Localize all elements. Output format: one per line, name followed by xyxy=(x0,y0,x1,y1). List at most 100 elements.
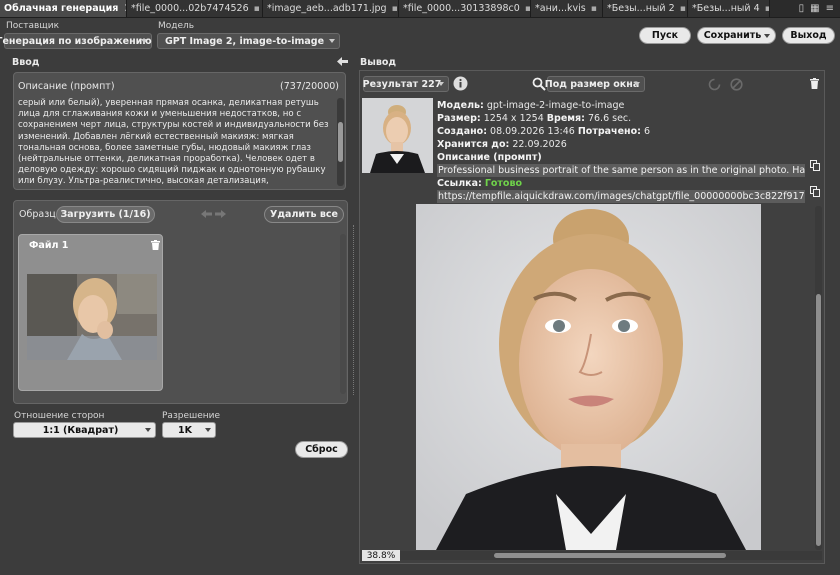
arrow-left-icon[interactable] xyxy=(200,209,212,219)
model-value: GPT Image 2, image-to-image xyxy=(164,35,325,47)
description-counter: (737/20000) xyxy=(280,81,339,92)
reset-button[interactable]: Сброс xyxy=(295,441,348,458)
aspect-label: Отношение сторон xyxy=(14,411,105,421)
input-title: Ввод xyxy=(12,57,40,68)
close-icon[interactable]: ▪ xyxy=(680,4,686,14)
tab-bar: Облачная генерация 1 ▪ *file_0000...02b7… xyxy=(0,0,840,18)
info-created-row: Создано: 08.09.2026 13:46 Потрачено: 6 xyxy=(437,125,820,138)
tab-label: *Безы...ный 4 xyxy=(692,3,760,14)
result-thumbnail[interactable] xyxy=(362,98,433,173)
tab-label: *Безы...ный 2 xyxy=(607,3,675,14)
info-link-key: Ссылка: xyxy=(437,178,482,189)
info-desc-value: Professional business portrait of the sa… xyxy=(437,164,805,177)
output-title: Вывод xyxy=(360,57,397,68)
sample-card[interactable]: Файл 1 xyxy=(18,234,163,391)
chevron-down-icon xyxy=(438,82,444,86)
tab-file-2[interactable]: *file_0000...30133898c0 ▪ xyxy=(399,0,531,17)
scroll-thumb[interactable] xyxy=(338,122,343,162)
info-desc-key: Описание (промпт) xyxy=(437,152,542,163)
description-textarea[interactable]: серый или белый), уверенная прямая осанк… xyxy=(18,98,334,186)
fit-value: Под размер окна xyxy=(544,78,640,90)
info-link-row: Ссылка: Готово xyxy=(437,177,820,190)
chevron-down-icon xyxy=(145,428,151,432)
resolution-value: 1K xyxy=(178,424,192,436)
tab-animation[interactable]: *ани...kvis ▪ xyxy=(531,0,603,17)
info-stored-key: Хранится до: xyxy=(437,139,510,150)
description-scrollbar[interactable] xyxy=(337,98,344,186)
info-model-row: Модель: gpt-image-2-image-to-image xyxy=(437,99,820,112)
aspect-select[interactable]: 1:1 (Квадрат) xyxy=(13,422,156,438)
description-box[interactable]: Описание (промпт) (737/20000) серый или … xyxy=(13,72,346,190)
output-vscroll[interactable] xyxy=(815,206,822,550)
tab-tools: ▯ ▦ ≡ xyxy=(799,0,840,17)
chevron-down-icon xyxy=(764,34,770,38)
portrait-thumb-icon xyxy=(362,98,433,173)
refresh-icon[interactable] xyxy=(707,77,721,91)
samples-scrollbar[interactable] xyxy=(340,234,346,394)
provider-value: Генерация по изображению xyxy=(0,35,152,47)
close-icon[interactable]: ▪ xyxy=(765,4,769,14)
cancel-icon[interactable] xyxy=(729,77,743,91)
resolution-label: Разрешение xyxy=(162,411,221,421)
search-icon[interactable] xyxy=(531,76,546,91)
result-select[interactable]: Результат 227 xyxy=(363,76,449,92)
trash-icon[interactable] xyxy=(809,77,820,90)
info-spent-value: 6 xyxy=(643,126,650,137)
close-icon[interactable]: ▪ xyxy=(392,4,398,14)
info-created-key: Создано: xyxy=(437,126,487,137)
tab-cloud-generation[interactable]: Облачная генерация 1 ▪ xyxy=(0,0,127,17)
close-icon[interactable]: ▪ xyxy=(254,4,260,14)
save-label: Сохранить xyxy=(703,30,762,41)
tab-untitled-4[interactable]: *Безы...ный 4 ▪ xyxy=(688,0,770,17)
copy-icon[interactable] xyxy=(809,159,820,171)
upload-button[interactable]: Загрузить (1/16) xyxy=(56,206,155,223)
arrow-left-icon[interactable] xyxy=(336,56,348,66)
info-model-key: Модель: xyxy=(437,100,484,111)
sample-thumbnail xyxy=(27,274,157,360)
aspect-value: 1:1 (Квадрат) xyxy=(42,424,119,436)
scroll-thumb[interactable] xyxy=(816,294,821,546)
portrait-image-icon xyxy=(416,204,761,550)
sample-photo-icon xyxy=(27,274,157,360)
save-button[interactable]: Сохранить xyxy=(697,27,776,44)
info-size-key: Размер: xyxy=(437,113,481,124)
new-document-icon[interactable]: ▯ xyxy=(799,3,805,14)
result-info: Модель: gpt-image-2-image-to-image Разме… xyxy=(437,99,820,203)
tab-untitled-2[interactable]: *Безы...ный 2 ▪ xyxy=(603,0,688,17)
tab-file-1[interactable]: *file_0000...02b7474526 ▪ xyxy=(127,0,263,17)
chevron-down-icon xyxy=(634,82,640,86)
delete-all-button[interactable]: Удалить все xyxy=(264,206,344,223)
info-model-value: gpt-image-2-image-to-image xyxy=(486,100,625,111)
info-icon[interactable] xyxy=(453,76,468,91)
menu-icon[interactable]: ≡ xyxy=(826,3,834,14)
info-link-value[interactable]: https://tempfile.aiquickdraw.com/images/… xyxy=(437,190,805,203)
tab-label: *file_0000...02b7474526 xyxy=(131,3,249,14)
info-stored-value: 22.09.2026 xyxy=(512,139,567,150)
output-hscroll[interactable] xyxy=(362,551,822,560)
provider-select[interactable]: Генерация по изображению xyxy=(0,33,152,49)
scroll-thumb[interactable] xyxy=(494,553,726,558)
chevron-down-icon xyxy=(329,39,335,43)
grid-icon[interactable]: ▦ xyxy=(810,3,819,14)
run-button[interactable]: Пуск xyxy=(639,27,691,44)
tab-label: Облачная генерация xyxy=(4,3,119,14)
tab-label: *image_aeb...adb171.jpg xyxy=(267,3,387,14)
tab-image[interactable]: *image_aeb...adb171.jpg ▪ xyxy=(263,0,399,17)
copy-icon[interactable] xyxy=(809,185,820,197)
close-icon[interactable]: ▪ xyxy=(591,4,597,14)
trash-icon[interactable] xyxy=(150,239,160,250)
panel-splitter[interactable] xyxy=(353,225,355,395)
chevron-down-icon xyxy=(205,428,211,432)
sample-file-title: Файл 1 xyxy=(29,240,69,251)
result-image xyxy=(416,204,761,550)
chevron-down-icon xyxy=(141,39,147,43)
info-link-status: Готово xyxy=(484,178,522,189)
exit-button[interactable]: Выход xyxy=(782,27,835,44)
info-time-key: Время: xyxy=(546,113,585,124)
fit-select[interactable]: Под размер окна xyxy=(544,76,645,92)
model-select[interactable]: GPT Image 2, image-to-image xyxy=(157,33,340,49)
samples-box: Образцы Загрузить (1/16) Удалить все Фай… xyxy=(13,200,348,404)
resolution-select[interactable]: 1K xyxy=(162,422,216,438)
zoom-readout: 38.8% xyxy=(362,550,400,561)
arrow-right-icon[interactable] xyxy=(214,209,226,219)
